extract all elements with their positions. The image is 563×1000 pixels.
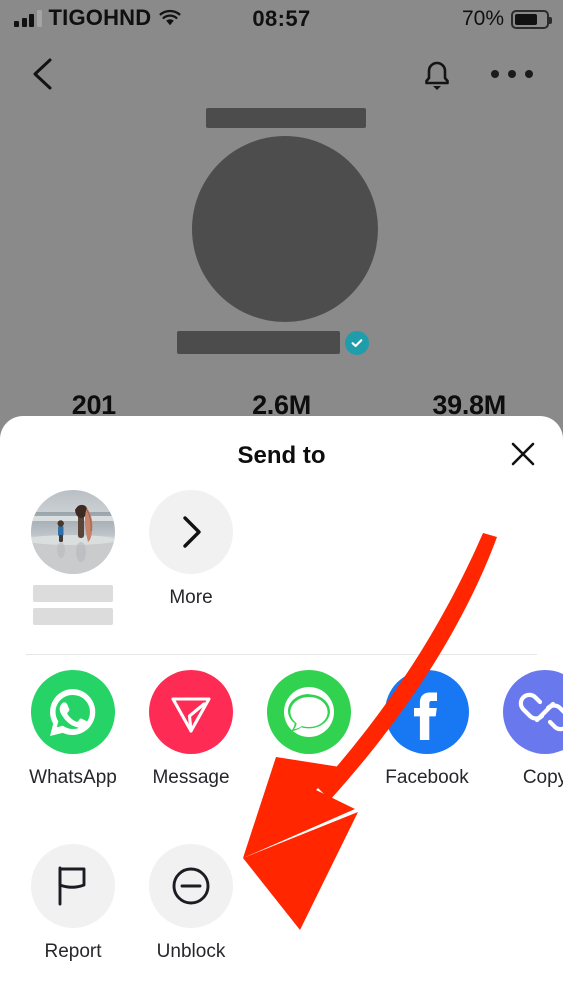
contact-name-redacted — [33, 585, 113, 602]
status-bar: TIGOHND 08:57 70% — [0, 0, 563, 40]
share-app-sms[interactable] — [250, 670, 368, 829]
battery-percent-label: 70% — [461, 7, 504, 30]
whatsapp-icon[interactable] — [31, 670, 115, 754]
verified-check-icon — [345, 331, 369, 355]
sms-messages-icon[interactable] — [267, 670, 351, 754]
share-contact-item[interactable] — [14, 490, 132, 625]
share-sheet: Send to More WhatsApp Message Facebook C… — [0, 416, 563, 1000]
share-app-label: Message — [152, 767, 230, 788]
more-options-button[interactable] — [491, 70, 533, 78]
share-app-whatsapp[interactable]: WhatsApp — [14, 670, 132, 829]
share-more-item[interactable]: More — [132, 490, 250, 609]
share-app-facebook[interactable]: Facebook — [368, 670, 486, 829]
close-x-icon[interactable] — [507, 438, 539, 470]
share-sheet-title: Send to — [237, 442, 326, 469]
flag-icon[interactable] — [31, 844, 115, 928]
nav-bar — [0, 48, 563, 128]
profile-avatar[interactable] — [192, 136, 378, 322]
share-action-report[interactable]: Report — [14, 844, 132, 999]
share-app-message[interactable]: Message — [132, 670, 250, 829]
share-sheet-header: Send to — [0, 416, 563, 490]
share-app-copy[interactable]: Copy — [486, 670, 563, 829]
share-app-label: Facebook — [385, 767, 469, 788]
share-apps-row: WhatsApp Message Facebook Copy — [0, 654, 563, 829]
status-bar-right: 70% — [461, 7, 552, 31]
share-action-label: Report — [44, 941, 102, 962]
contact-avatar[interactable] — [31, 490, 115, 574]
share-contacts-row: More — [0, 490, 563, 654]
share-app-label: WhatsApp — [29, 767, 117, 788]
dot — [491, 70, 499, 78]
chevron-right-icon[interactable] — [149, 490, 233, 574]
bell-icon[interactable] — [418, 55, 456, 95]
dot — [508, 70, 516, 78]
share-app-label: Copy — [522, 767, 563, 788]
divider — [26, 654, 537, 655]
tiktok-message-icon[interactable] — [149, 670, 233, 754]
facebook-icon[interactable] — [385, 670, 469, 754]
share-action-unblock[interactable]: Unblock — [132, 844, 250, 999]
phone-screen: TIGOHND 08:57 70% 201 2.6M 39.8M Send to… — [0, 0, 563, 1000]
circle-minus-icon[interactable] — [149, 844, 233, 928]
share-actions-row: Report Unblock — [0, 829, 563, 999]
page-title-redacted — [206, 108, 366, 128]
back-button[interactable] — [26, 54, 60, 94]
copy-link-icon[interactable] — [503, 670, 563, 754]
share-more-label: More — [169, 587, 213, 608]
profile-username-redacted — [177, 331, 340, 354]
share-action-label: Unblock — [156, 941, 226, 962]
battery-icon — [511, 9, 552, 29]
dot — [525, 70, 533, 78]
contact-name-redacted — [33, 608, 113, 625]
